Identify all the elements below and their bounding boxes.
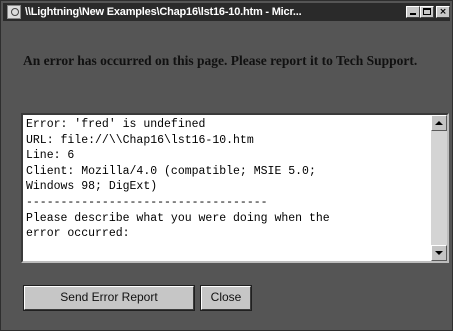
minimize-icon	[410, 13, 416, 15]
error-details-text[interactable]: Error: 'fred' is undefined URL: file://\…	[26, 117, 428, 259]
close-button[interactable]: Close	[200, 285, 252, 311]
error-message: An error has occurred on this page. Plea…	[23, 53, 418, 68]
scroll-up-button[interactable]	[431, 115, 447, 131]
close-icon: ×	[439, 7, 447, 17]
send-error-report-button[interactable]: Send Error Report	[23, 285, 195, 311]
maximize-button[interactable]	[420, 6, 434, 18]
window-title: \\Lightning\New Examples\Chap16\lst16-10…	[25, 6, 302, 18]
error-dialog-window: \\Lightning\New Examples\Chap16\lst16-10…	[0, 0, 453, 331]
error-details-textarea[interactable]: Error: 'fred' is undefined URL: file://\…	[21, 113, 449, 263]
maximize-icon	[423, 8, 431, 15]
title-bar[interactable]: \\Lightning\New Examples\Chap16\lst16-10…	[3, 3, 450, 21]
close-window-button[interactable]: ×	[436, 6, 450, 18]
minimize-button[interactable]	[406, 6, 420, 18]
scroll-down-button[interactable]	[431, 245, 447, 261]
arrow-up-icon	[435, 121, 443, 125]
ie-document-icon	[7, 5, 21, 19]
vertical-scrollbar[interactable]	[431, 115, 447, 261]
arrow-down-icon	[435, 251, 443, 255]
